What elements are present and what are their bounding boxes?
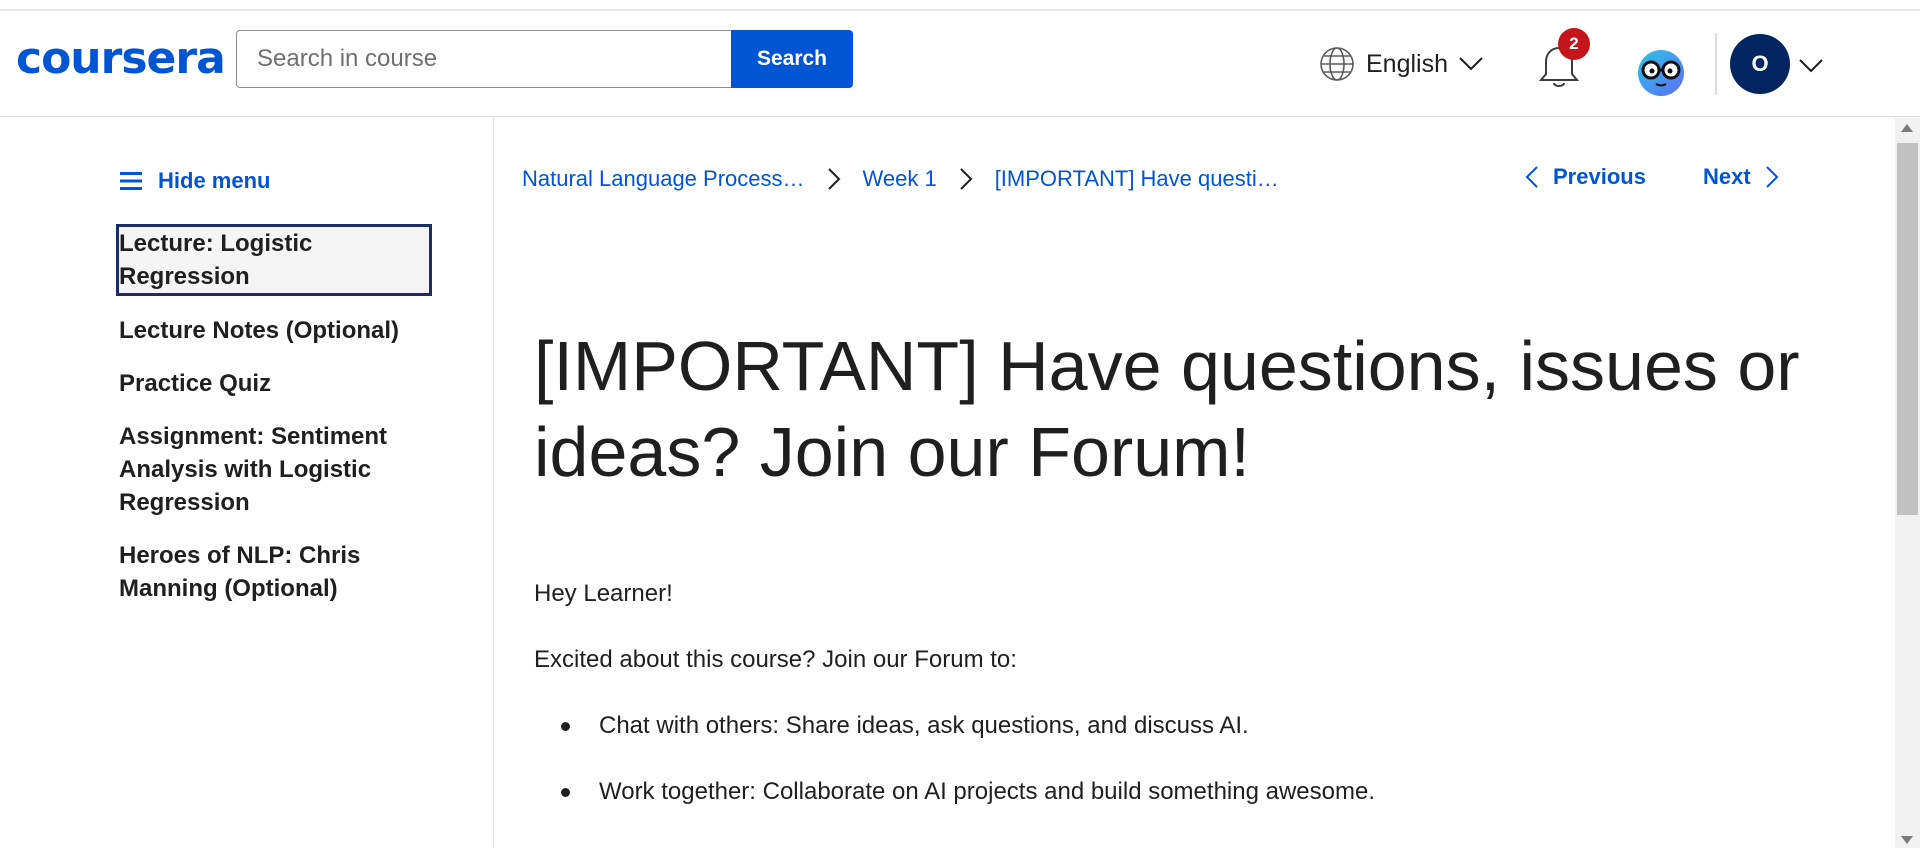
list-item: Chat with others: Share ideas, ask quest… [534, 710, 1834, 742]
lesson-item-lecture-logistic-regression[interactable]: Lecture: Logistic Regression [116, 224, 432, 296]
benefits-list: Chat with others: Share ideas, ask quest… [534, 710, 1834, 808]
coach-glasses-icon[interactable] [1636, 48, 1686, 98]
lesson-item-lecture-notes[interactable]: Lecture Notes (Optional) [116, 314, 432, 347]
scroll-up-arrow-icon[interactable] [1901, 124, 1913, 132]
chevron-down-icon [1459, 57, 1483, 71]
previous-button[interactable]: Previous [1525, 164, 1646, 190]
next-label: Next [1703, 164, 1751, 189]
notification-badge: 2 [1558, 28, 1590, 60]
lesson-list: Lecture: Logistic Regression Lecture Not… [116, 224, 432, 605]
top-header: coursera Search English 2 [0, 11, 1920, 117]
previous-label: Previous [1553, 164, 1646, 189]
chevron-right-icon [959, 168, 973, 190]
intro-text: Excited about this course? Join our Foru… [534, 646, 1017, 673]
chevron-down-icon[interactable] [1798, 58, 1824, 74]
header-divider [1715, 33, 1717, 95]
coursera-logo[interactable]: coursera [16, 37, 226, 81]
chevron-left-icon [1525, 166, 1538, 188]
page-title: [IMPORTANT] Have questions, issues or id… [534, 327, 1800, 491]
globe-icon [1320, 47, 1354, 81]
main-content: Natural Language Process… Week 1 [IMPORT… [495, 118, 1895, 848]
breadcrumb-week[interactable]: Week 1 [863, 166, 937, 192]
hide-menu-label: Hide menu [158, 168, 271, 193]
vertical-scrollbar[interactable] [1895, 118, 1920, 848]
breadcrumb-course[interactable]: Natural Language Process… [522, 166, 805, 192]
scroll-down-arrow-icon[interactable] [1901, 836, 1913, 844]
breadcrumb-current[interactable]: [IMPORTANT] Have questi… [995, 166, 1279, 192]
greeting-text: Hey Learner! [534, 580, 673, 607]
article-body: Hey Learner! Excited about this course? … [534, 578, 1834, 842]
menu-icon [120, 172, 142, 190]
course-search: Search [236, 30, 853, 88]
lesson-item-heroes-of-nlp[interactable]: Heroes of NLP: Chris Manning (Optional) [116, 539, 432, 605]
scrollbar-thumb[interactable] [1897, 143, 1918, 515]
course-sidebar: Hide menu Lecture: Logistic Regression L… [0, 118, 494, 848]
lesson-item-practice-quiz[interactable]: Practice Quiz [116, 367, 432, 400]
hide-menu-button[interactable]: Hide menu [120, 168, 270, 194]
language-selector[interactable]: English [1318, 44, 1484, 84]
user-avatar[interactable]: O [1730, 34, 1790, 94]
breadcrumb: Natural Language Process… Week 1 [IMPORT… [522, 166, 1279, 192]
chevron-right-icon [827, 168, 840, 190]
next-button[interactable]: Next [1703, 164, 1779, 190]
search-button[interactable]: Search [731, 30, 853, 88]
list-item: Work together: Collaborate on AI project… [534, 776, 1834, 808]
lesson-item-assignment[interactable]: Assignment: Sentiment Analysis with Logi… [116, 420, 432, 519]
chevron-right-icon [1765, 166, 1779, 188]
search-input[interactable] [236, 30, 731, 88]
language-label: English [1366, 49, 1448, 78]
